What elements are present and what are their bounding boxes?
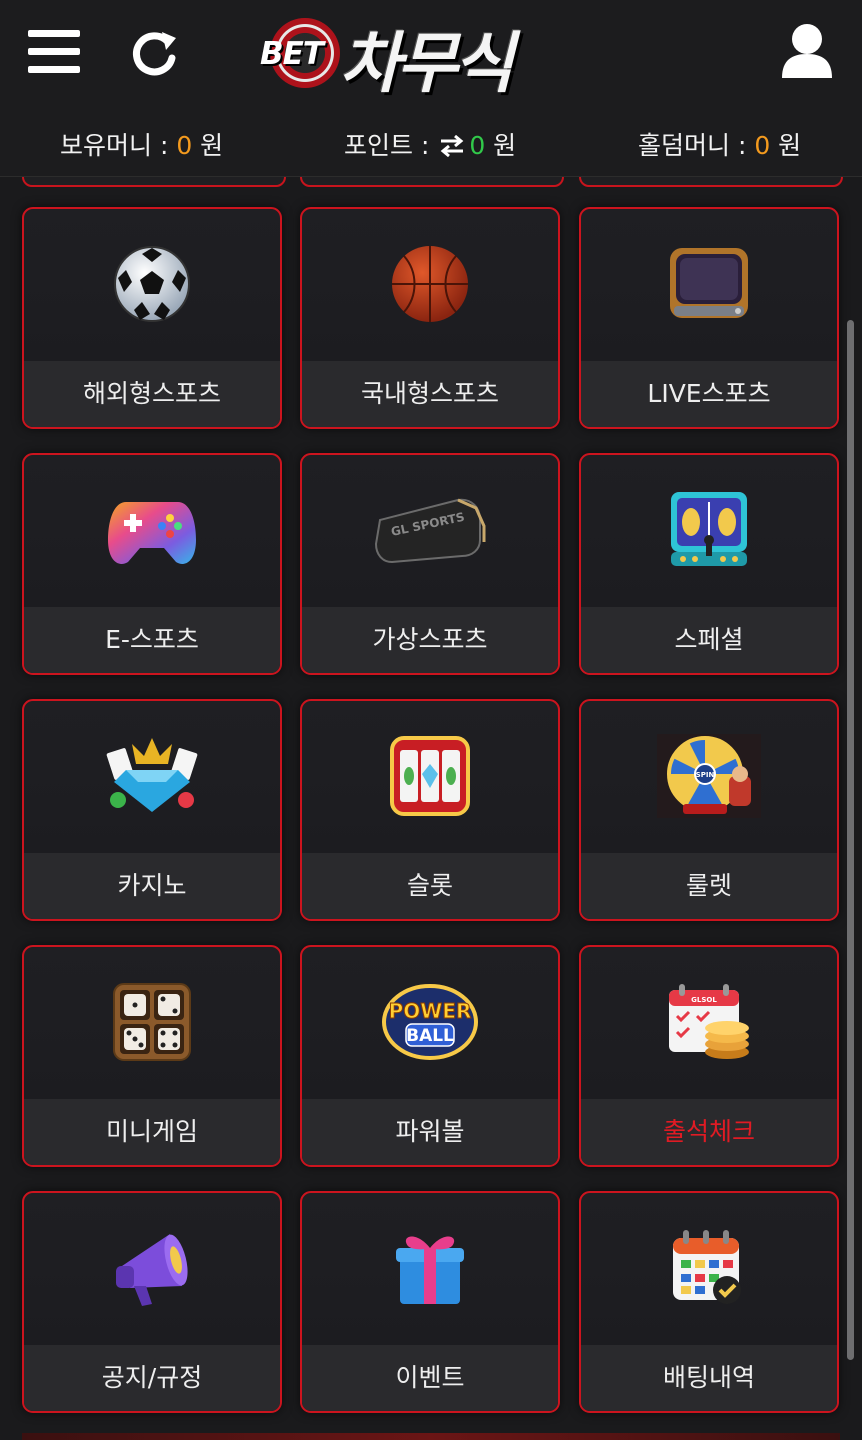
logo-name: 차무식 (340, 25, 514, 102)
svg-text:GLSOL: GLSOL (691, 996, 717, 1004)
betting-calendar-icon (581, 1193, 837, 1343)
points-unit: 원 (485, 131, 517, 160)
menu-label: 공지/규정 (24, 1345, 280, 1411)
menu-roulette[interactable]: SPIN 룰렛 (579, 699, 839, 921)
menu-label: 출석체크 (581, 1099, 837, 1165)
menu-label: 가상스포츠 (302, 607, 558, 673)
points-balance: 포인트 : 0 원 (344, 126, 516, 163)
menu-label: 이벤트 (302, 1345, 558, 1411)
menu-attendance[interactable]: GLSOL 출석체크 (579, 945, 839, 1167)
balance-bar: 보유머니 : 0 원 포인트 : 0 원 홀덤머니 : 0 원 (0, 110, 862, 177)
menu-label: 슬롯 (302, 853, 558, 919)
money-balance: 보유머니 : 0 원 (60, 126, 223, 162)
holdem-label: 홀덤머니 : (638, 131, 755, 160)
swap-icon[interactable] (439, 134, 465, 163)
casino-diamond-icon (24, 701, 280, 851)
svg-text:SPIN: SPIN (696, 771, 715, 779)
slot-machine-icon (302, 701, 558, 851)
points-label: 포인트 : (344, 131, 438, 160)
menu-special[interactable]: 스페셜 (579, 453, 839, 675)
top-bar: BET 차무식 (0, 0, 862, 110)
roulette-wheel-icon: SPIN (581, 701, 837, 851)
menu-domestic-sports[interactable]: 국내형스포츠 (300, 207, 560, 429)
holdem-balance: 홀덤머니 : 0 원 (638, 126, 801, 162)
menu-live-sports[interactable]: LIVE스포츠 (579, 207, 839, 429)
tv-icon (581, 209, 837, 359)
dice-icon (24, 947, 280, 1097)
money-label: 보유머니 : (60, 131, 177, 160)
menu-minigame[interactable]: 미니게임 (22, 945, 282, 1167)
menu-label: 룰렛 (581, 853, 837, 919)
holdem-unit: 원 (770, 131, 802, 160)
menu-label: 배팅내역 (581, 1345, 837, 1411)
menu-casino[interactable]: 카지노 (22, 699, 282, 921)
next-section-banner-partial (22, 1433, 840, 1440)
powerball-icon: POWER BALL (302, 947, 558, 1097)
attendance-calendar-icon: GLSOL (581, 947, 837, 1097)
menu-betting-history[interactable]: 배팅내역 (579, 1191, 839, 1413)
logo-prefix: BET (260, 36, 324, 72)
holdem-value: 0 (754, 131, 771, 160)
menu-event[interactable]: 이벤트 (300, 1191, 560, 1413)
menu-overseas-sports[interactable]: 해외형스포츠 (22, 207, 282, 429)
menu-slot[interactable]: 슬롯 (300, 699, 560, 921)
hamburger-menu-icon[interactable] (28, 30, 80, 76)
refresh-icon[interactable] (128, 28, 180, 80)
soccer-ball-icon (24, 209, 280, 359)
menu-label: 스페셜 (581, 607, 837, 673)
points-value: 0 (469, 131, 486, 160)
menu-tile-partial[interactable] (300, 177, 564, 187)
game-menu-grid: 해외형스포츠 국내형스포츠 LIVE스포츠 E-스포츠 GL SPORTS 가상… (0, 177, 862, 1440)
megaphone-icon (24, 1193, 280, 1343)
menu-label: E-스포츠 (24, 607, 280, 673)
menu-powerball[interactable]: POWER BALL 파워볼 (300, 945, 560, 1167)
menu-tile-partial[interactable] (579, 177, 843, 187)
arcade-icon (581, 455, 837, 605)
menu-label: 국내형스포츠 (302, 361, 558, 427)
money-value: 0 (176, 131, 193, 160)
menu-label: 해외형스포츠 (24, 361, 280, 427)
menu-virtual-sports[interactable]: GL SPORTS 가상스포츠 (300, 453, 560, 675)
menu-e-sports[interactable]: E-스포츠 (22, 453, 282, 675)
menu-label: 파워볼 (302, 1099, 558, 1165)
site-logo[interactable]: BET 차무식 (258, 10, 598, 102)
menu-label: LIVE스포츠 (581, 361, 837, 427)
gamepad-icon (24, 455, 280, 605)
menu-notice[interactable]: 공지/규정 (22, 1191, 282, 1413)
user-icon[interactable] (780, 22, 834, 80)
vr-headset-icon: GL SPORTS (302, 455, 558, 605)
gift-box-icon (302, 1193, 558, 1343)
vertical-scrollbar[interactable] (847, 320, 854, 1360)
menu-label: 미니게임 (24, 1099, 280, 1165)
basketball-icon (302, 209, 558, 359)
menu-label: 카지노 (24, 853, 280, 919)
svg-text:POWER: POWER (389, 999, 472, 1023)
svg-text:BALL: BALL (406, 1026, 454, 1046)
menu-tile-partial[interactable] (22, 177, 286, 187)
money-unit: 원 (192, 131, 224, 160)
